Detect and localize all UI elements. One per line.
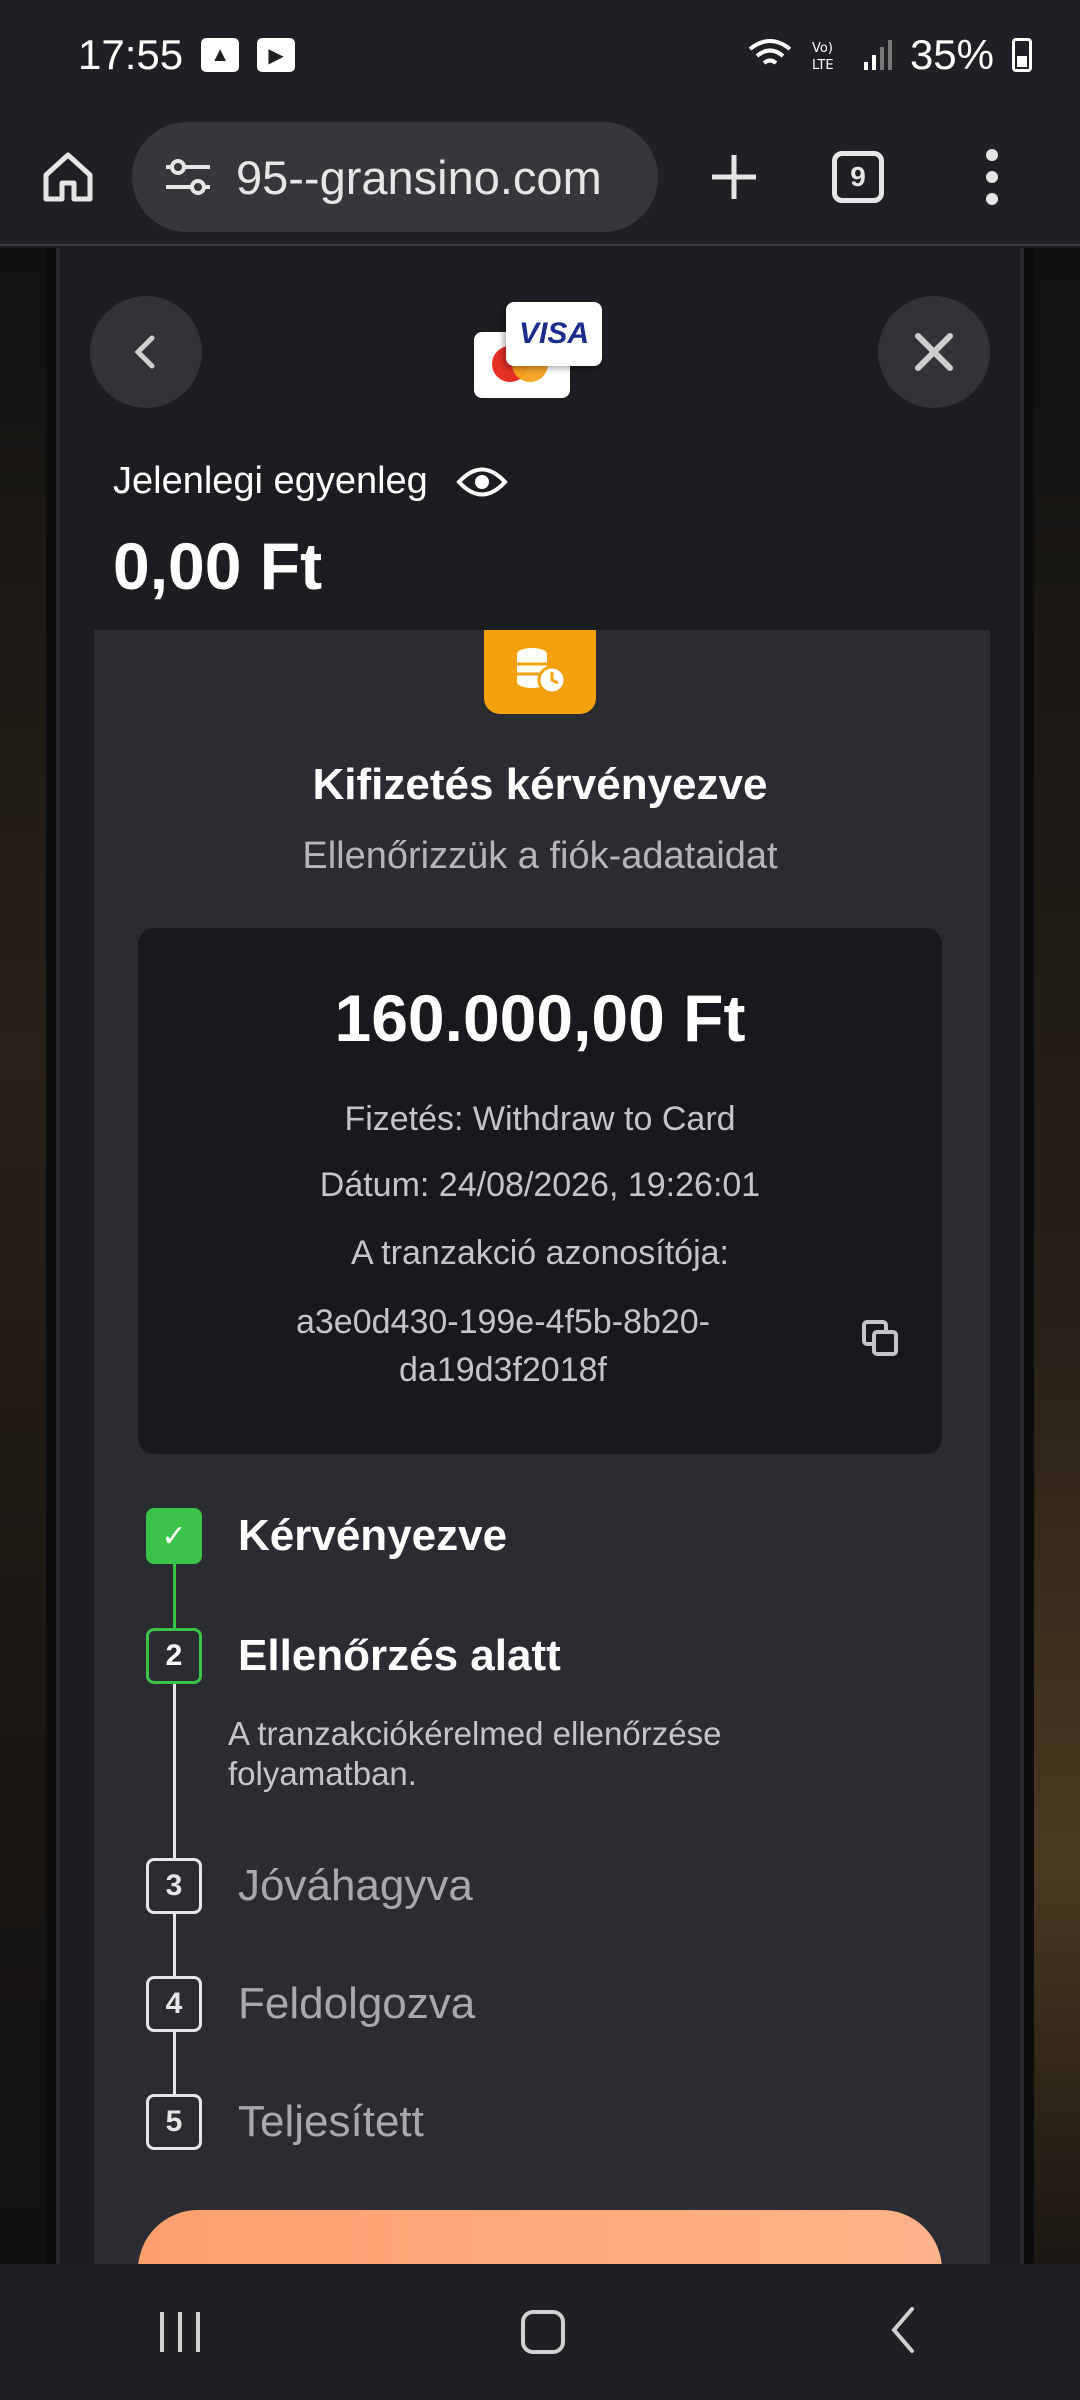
status-bar: 17:55 ▲ ▶ Vo) LTE 35% — [0, 0, 1080, 110]
balance-label: Jelenlegi egyenleg — [113, 460, 428, 502]
gallery-notification-icon: ▲ — [201, 38, 240, 72]
plus-icon — [712, 155, 756, 199]
browser-toolbar: 95--gransino.com 9 — [0, 110, 1080, 246]
system-home-button[interactable] — [520, 2310, 565, 2354]
step-processed: 4 Feldolgozva — [146, 1976, 475, 2032]
svg-text:LTE: LTE — [812, 58, 834, 73]
step-connector — [173, 1914, 176, 1976]
wifi-icon — [748, 39, 792, 65]
url-bar[interactable]: 95--gransino.com — [132, 122, 658, 232]
step-label: Teljesített — [238, 2097, 424, 2146]
site-settings-icon[interactable] — [162, 157, 214, 197]
recent-apps-bar — [196, 2312, 201, 2352]
close-button[interactable] — [878, 296, 990, 408]
transaction-details: 160.000,00 Ft Fizetés: Withdraw to Card … — [138, 928, 942, 1454]
menu-dot — [986, 171, 998, 183]
balance-label-row: Jelenlegi egyenleg — [113, 460, 508, 503]
step-label: Feldolgozva — [238, 1979, 476, 2028]
step-number: 3 — [146, 1858, 202, 1914]
menu-dot — [986, 149, 998, 161]
background-decoration-right — [1034, 248, 1080, 2264]
transaction-date: Dátum: 24/08/2026, 19:26:01 — [319, 1166, 761, 1204]
step-label: Kérvényezve — [238, 1511, 508, 1560]
step-check-icon: ✓ — [146, 1508, 202, 1564]
status-left: 17:55 ▲ ▶ — [78, 31, 296, 79]
transaction-amount: 160.000,00 Ft — [334, 981, 746, 1055]
coins-clock-icon — [517, 648, 567, 695]
status-time: 17:55 — [78, 31, 184, 78]
copy-icon — [862, 1320, 898, 1356]
battery-icon — [1012, 38, 1032, 72]
step-connector — [173, 1684, 176, 1858]
visa-logo: VISA — [506, 302, 602, 366]
step-label: Jóváhagyva — [238, 1861, 473, 1910]
system-back-button[interactable] — [886, 2305, 920, 2360]
page-title: Kifizetés kérvényezve — [312, 760, 768, 809]
recent-apps-bar — [160, 2312, 165, 2352]
eye-icon[interactable] — [456, 463, 508, 501]
balance-value: 0,00 Ft — [113, 529, 323, 603]
browser-menu-button[interactable] — [972, 149, 1012, 205]
home-icon — [43, 152, 93, 202]
step-under-review: 2 Ellenőrzés alatt — [146, 1628, 561, 1684]
step-connector — [173, 2032, 176, 2094]
home-button[interactable] — [28, 137, 108, 217]
signal-icon — [863, 40, 892, 70]
volte-icon: Vo) LTE — [812, 41, 834, 73]
pending-status-badge — [484, 628, 596, 714]
battery-percent: 35% — [909, 31, 994, 78]
page-subtitle: Ellenőrizzük a fiók-adataidat — [302, 835, 778, 877]
copy-id-button[interactable] — [860, 1318, 900, 1358]
step-description: A tranzakciókérelmed ellenőrzése folyama… — [228, 1715, 722, 1792]
system-navigation-bar — [0, 2264, 1080, 2400]
tab-switcher-button[interactable]: 9 — [832, 151, 884, 203]
cashier-header: VISA Jelenlegi egyenleg 0,00 Ft — [68, 248, 1012, 630]
svg-text:Vo): Vo) — [812, 41, 833, 56]
step-requested: ✓ Kérvényezve — [146, 1508, 507, 1564]
step-label: Ellenőrzés alatt — [238, 1631, 561, 1680]
background-decoration-left — [0, 248, 46, 2264]
status-right: Vo) LTE 35% — [748, 31, 1032, 79]
youtube-notification-icon: ▶ — [257, 38, 296, 72]
step-number: 4 — [146, 1976, 202, 2032]
recent-apps-button[interactable] — [160, 2312, 201, 2352]
payment-cards-logo: VISA — [474, 302, 604, 402]
new-tab-button[interactable] — [694, 137, 774, 217]
system-back-icon — [891, 2306, 914, 2353]
transaction-id-value: a3e0d430-199e-4f5b-8b20-da19d3f2018f — [295, 1303, 710, 1389]
step-number: 2 — [146, 1628, 202, 1684]
url-text: 95--gransino.com — [236, 150, 602, 204]
step-connector — [173, 1564, 176, 1628]
step-number: 5 — [146, 2094, 202, 2150]
chevron-left-icon — [134, 335, 155, 369]
transaction-id-label: A tranzakció azonosítója: — [350, 1234, 729, 1272]
menu-dot — [986, 193, 998, 205]
step-approved: 3 Jóváhagyva — [146, 1858, 473, 1914]
transaction-payment-method: Fizetés: Withdraw to Card — [344, 1100, 736, 1138]
step-completed: 5 Teljesített — [146, 2094, 424, 2150]
back-button[interactable] — [90, 296, 202, 408]
close-icon — [915, 333, 953, 371]
recent-apps-bar — [178, 2312, 183, 2352]
